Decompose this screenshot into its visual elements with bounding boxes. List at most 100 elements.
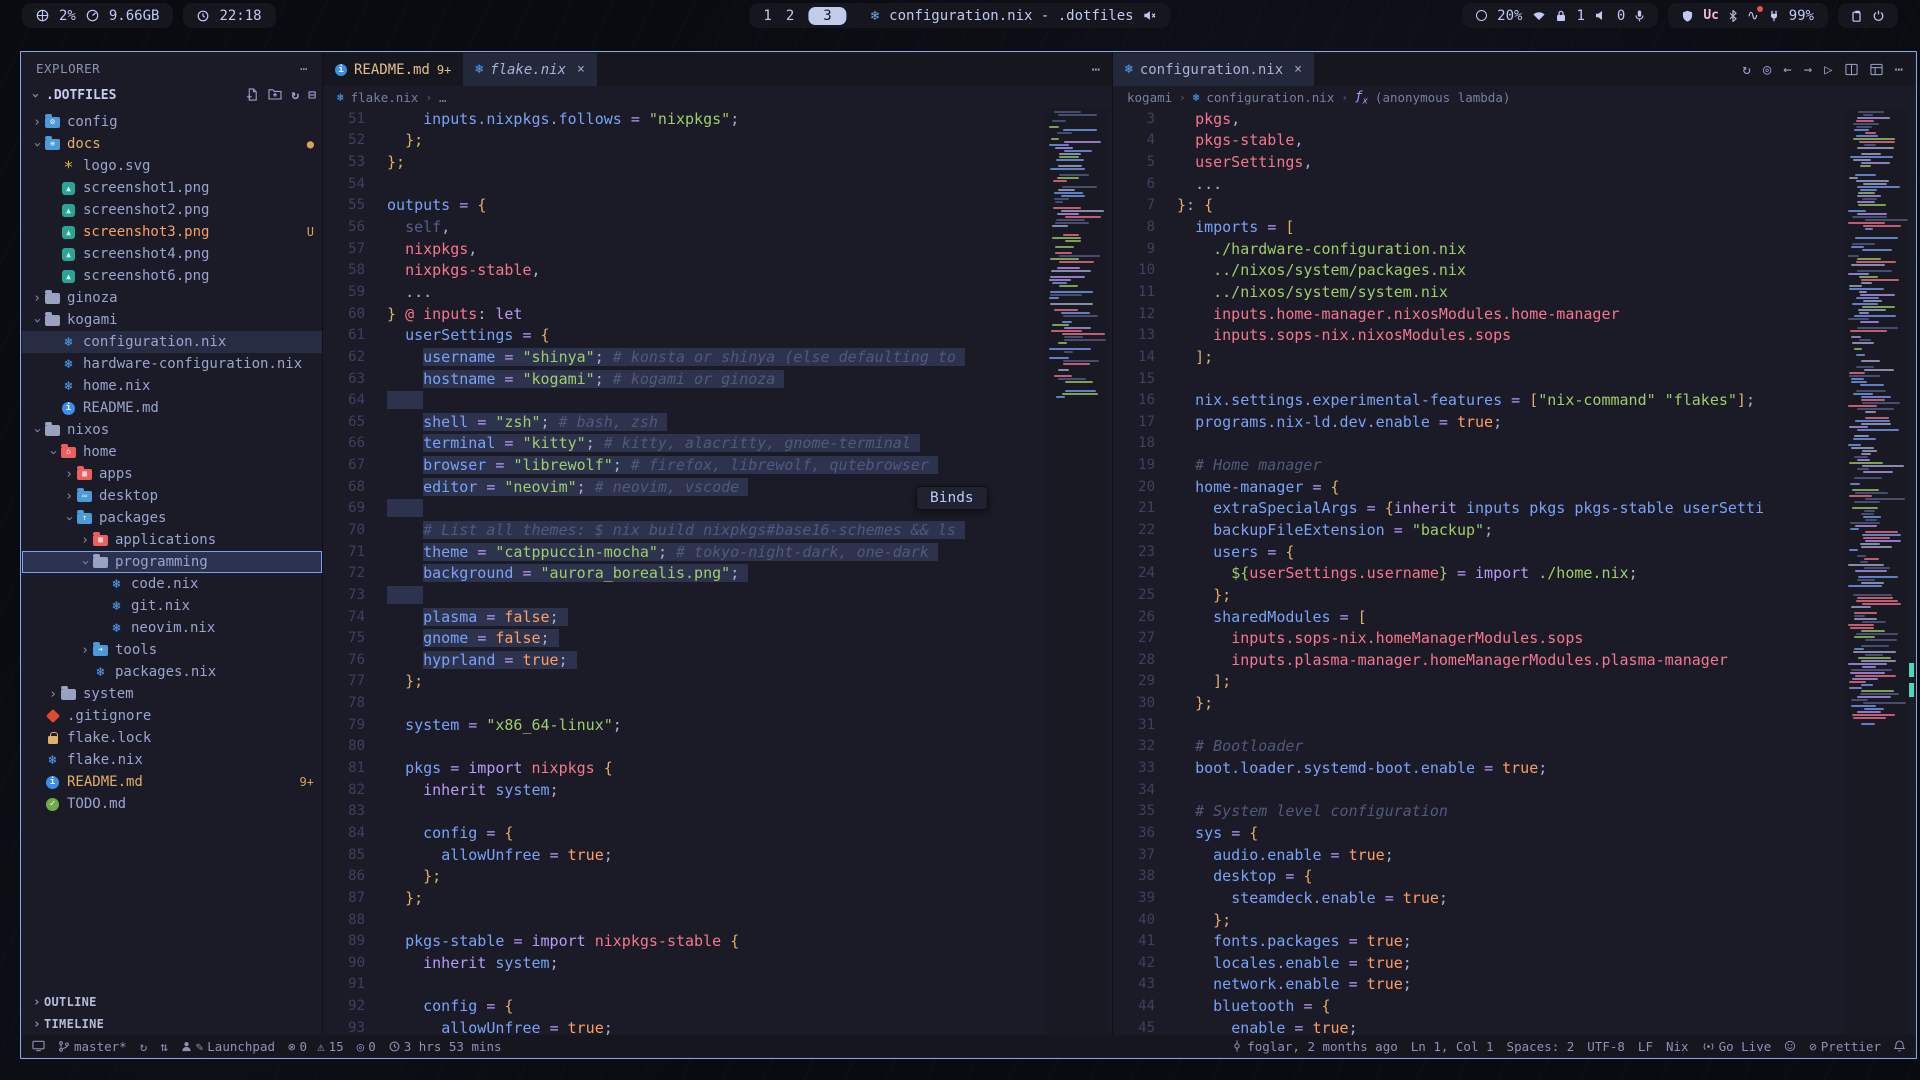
time-tracker-status[interactable]: 3 hrs 53 mins [389,1039,502,1054]
close-tab-icon[interactable]: × [1294,62,1302,77]
keyboard-layout-indicator[interactable]: Uc [1703,8,1719,23]
microphone-icon[interactable] [1635,10,1644,22]
outline-section[interactable]: › OUTLINE [22,991,322,1013]
notifications-bell[interactable] [1894,1040,1905,1052]
tree-item-docs[interactable]: ›≡docs● [22,133,322,155]
git-blame-status[interactable]: foglar, 2 months ago [1231,1039,1398,1054]
navigate-forward-icon[interactable]: → [1804,62,1812,78]
timeline-history-icon[interactable]: ↻ [1742,62,1750,78]
end-of-line-setting[interactable]: LF [1638,1039,1653,1054]
bluetooth-icon[interactable] [1729,10,1737,22]
tree-item-flake-nix[interactable]: ❄flake.nix [22,749,322,771]
tree-item-configuration-nix[interactable]: ❄configuration.nix [22,331,322,353]
split-editor-icon[interactable] [1845,63,1858,76]
wifi-icon[interactable] [1532,10,1546,21]
power-icon[interactable] [1873,10,1884,21]
tree-item--gitignore[interactable]: .gitignore [22,705,322,727]
tree-item-flake-lock[interactable]: flake.lock [22,727,322,749]
tab-configuration-nix[interactable]: ❄ configuration.nix × [1113,53,1314,86]
more-actions-icon[interactable]: ⋯ [1092,62,1100,78]
breadcrumb-file[interactable]: flake.nix [351,90,419,105]
system-stats-pill[interactable]: 2% 9.66GB [22,3,173,28]
problems-status[interactable]: ⊗0⚠15 [288,1039,344,1054]
tree-item-todo-md[interactable]: ✓TODO.md [22,793,322,815]
lock-icon[interactable] [1556,10,1566,22]
breadcrumb-symbol[interactable]: (anonymous lambda) [1375,90,1510,105]
tree-item-packages[interactable]: ›↑packages [22,507,322,529]
ports-status[interactable]: ◎0 [357,1039,376,1054]
tree-item-code-nix[interactable]: ❄code.nix [22,573,322,595]
breadcrumb-file[interactable]: configuration.nix [1206,90,1334,105]
clock-pill[interactable]: 22:18 [183,3,275,28]
git-branch-status[interactable]: master* [58,1039,127,1054]
tree-item-home[interactable]: ›⌂home [22,441,322,463]
tab-readme[interactable]: i README.md 9+ [323,53,463,86]
tree-item-readme-md[interactable]: iREADME.md [22,397,322,419]
tree-item-screenshot3-png[interactable]: ▲screenshot3.pngU [22,221,322,243]
tree-item-packages-nix[interactable]: ❄packages.nix [22,661,322,683]
tree-item-logo-svg[interactable]: *logo.svg [22,155,322,177]
sync-changes[interactable]: ↻ [140,1039,148,1054]
feedback-smiley[interactable] [1784,1040,1796,1052]
timeline-section[interactable]: › TIMELINE [22,1013,322,1035]
tree-item-screenshot6-png[interactable]: ▲screenshot6.png [22,265,322,287]
notification-wave-icon[interactable]: ∿ [1747,8,1759,24]
prettier-status[interactable]: ⊘Prettier [1809,1039,1881,1054]
new-file-button[interactable] [246,88,259,103]
run-file-icon[interactable]: ▷ [1824,62,1832,78]
tab-flake-nix[interactable]: ❄ flake.nix × [463,53,597,86]
breadcrumb-right[interactable]: kogami › ❄ configuration.nix › ƒx (anony… [1113,86,1915,108]
breadcrumb-left[interactable]: ❄ flake.nix › … [323,86,1112,108]
tree-item-desktop[interactable]: ›▭desktop [22,485,322,507]
workspace-2[interactable]: 2 [786,8,794,24]
tree-item-apps[interactable]: ›▦apps [22,463,322,485]
tree-item-programming[interactable]: ›programming [22,551,322,573]
go-live-button[interactable]: Go Live [1702,1039,1772,1054]
close-tab-icon[interactable]: × [577,62,585,77]
indentation-setting[interactable]: Spaces: 2 [1507,1039,1575,1054]
tree-item-screenshot4-png[interactable]: ▲screenshot4.png [22,243,322,265]
cursor-position[interactable]: Ln 1, Col 1 [1411,1039,1494,1054]
language-mode[interactable]: Nix [1666,1039,1689,1054]
navigate-back-icon[interactable]: ← [1783,62,1791,78]
tree-item-screenshot2-png[interactable]: ▲screenshot2.png [22,199,322,221]
workspace-1[interactable]: 1 [763,8,771,24]
editor-layout-icon[interactable] [1870,63,1883,76]
file-encoding[interactable]: UTF-8 [1587,1039,1625,1054]
tree-item-ginoza[interactable]: ›ginoza [22,287,322,309]
brightness-icon[interactable] [1476,10,1487,21]
tree-item-applications[interactable]: ›▦applications [22,529,322,551]
open-changes-icon[interactable]: ◎ [1763,62,1771,78]
tree-item-config[interactable]: ›⚙config [22,111,322,133]
minimap[interactable] [1844,108,1908,1035]
tree-item-screenshot1-png[interactable]: ▲screenshot1.png [22,177,322,199]
workspace-section-header[interactable]: › .DOTFILES ↻ ⊟ [22,83,322,107]
vpn-shield-icon[interactable] [1682,10,1693,22]
tree-item-nixos[interactable]: ›nixos [22,419,322,441]
breadcrumb-folder[interactable]: kogami [1127,90,1172,105]
tree-item-readme-md[interactable]: iREADME.md9+ [22,771,322,793]
tree-item-tools[interactable]: ›➜tools [22,639,322,661]
tree-item-kogami[interactable]: ›kogami [22,309,322,331]
tree-item-hardware-configuration-nix[interactable]: ❄hardware-configuration.nix [22,353,322,375]
remote-indicator[interactable] [32,1040,45,1052]
launchpad-status[interactable]: ✎Launchpad [181,1039,275,1054]
code-editor-flake-nix[interactable]: Binds 51 inputs.nixpkgs.follows = "nixpk… [323,108,1112,1035]
clipboard-icon[interactable] [1852,10,1863,22]
volume-icon[interactable] [1595,10,1607,21]
tree-item-system[interactable]: ›system [22,683,322,705]
collapse-folders-button[interactable]: ⊟ [308,88,316,103]
refresh-explorer-button[interactable]: ↻ [291,88,299,103]
minimap[interactable] [1045,108,1109,1035]
code-line-10: 10 ../nixos/system/packages.nix [1113,259,1915,281]
tree-item-git-nix[interactable]: ❄git.nix [22,595,322,617]
tree-item-home-nix[interactable]: ❄home.nix [22,375,322,397]
tree-item-neovim-nix[interactable]: ❄neovim.nix [22,617,322,639]
workspace-3-active[interactable]: 3 [808,7,846,25]
code-editor-configuration-nix[interactable]: 3 pkgs,4 pkgs-stable,5 userSettings,6 ..… [1113,108,1915,1035]
breadcrumb-symbol[interactable]: … [439,90,447,105]
explorer-more-actions[interactable]: ⋯ [300,61,308,76]
compare-changes[interactable]: ⇅ [160,1039,168,1054]
more-actions-icon[interactable]: ⋯ [1895,62,1903,78]
new-folder-button[interactable] [268,88,282,103]
